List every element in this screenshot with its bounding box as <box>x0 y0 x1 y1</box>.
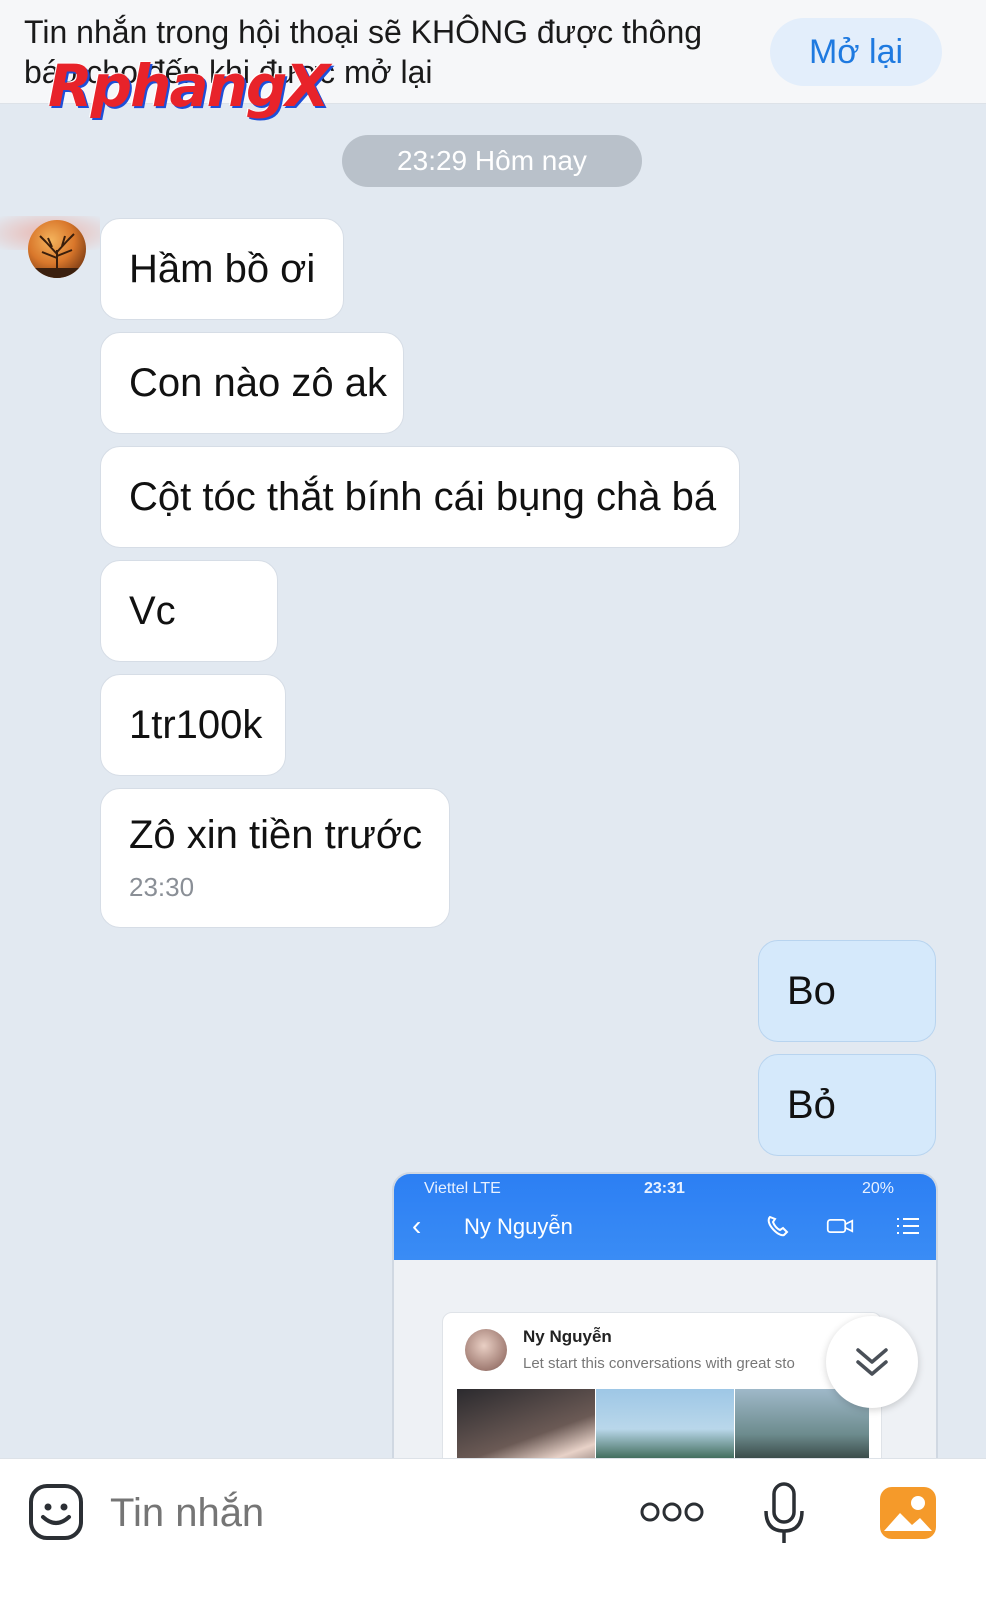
gallery-icon[interactable] <box>878 1485 938 1541</box>
image-card-subtitle: Let start this conversations with great … <box>523 1355 795 1372</box>
image-header: Viettel LTE 23:31 20% ‹ Ny Nguyễn <box>394 1174 936 1260</box>
scroll-to-bottom-button[interactable] <box>826 1316 918 1408</box>
message-bubble-sent[interactable]: Bỏ <box>758 1054 936 1156</box>
image-card-name: Ny Nguyễn <box>523 1327 612 1346</box>
video-call-icon <box>826 1219 854 1233</box>
message-bubble-sent[interactable]: Bo <box>758 940 936 1042</box>
avatar-tree-image <box>28 233 86 278</box>
composer-bar <box>0 1458 986 1600</box>
time-divider: 23:29 Hôm nay <box>342 135 642 187</box>
reopen-button[interactable]: Mở lại <box>770 18 942 86</box>
back-arrow-icon: ‹ <box>412 1210 422 1241</box>
image-carrier: Viettel LTE <box>424 1180 501 1197</box>
message-bubble-received[interactable]: Cột tóc thắt bính cái bụng chà bá <box>100 446 740 548</box>
chevron-double-down-icon <box>856 1348 888 1376</box>
message-bubble-received[interactable]: Zô xin tiền trước 23:30 <box>100 788 450 928</box>
message-text: Con nào zô ak <box>129 360 387 405</box>
image-profile-card: Ny Nguyễn Let start this conversations w… <box>442 1312 882 1470</box>
emoji-icon[interactable] <box>28 1483 84 1543</box>
contact-avatar[interactable] <box>28 220 86 278</box>
message-bubble-received[interactable]: Con nào zô ak <box>100 332 404 434</box>
message-text: Hầm bồ ơi <box>129 246 316 291</box>
image-card-avatar <box>465 1329 507 1371</box>
phone-icon <box>767 1215 789 1237</box>
message-text: Vc <box>129 588 176 633</box>
message-text: 1tr100k <box>129 702 263 747</box>
message-text: Bỏ <box>787 1082 836 1127</box>
message-bubble-received[interactable]: Vc <box>100 560 278 662</box>
microphone-icon[interactable] <box>762 1481 806 1547</box>
image-contact-name: Ny Nguyễn <box>464 1214 573 1239</box>
message-input[interactable] <box>110 1485 590 1541</box>
message-text: Cột tóc thắt bính cái bụng chà bá <box>129 474 717 519</box>
message-bubble-received[interactable]: 1tr100k <box>100 674 286 776</box>
watermark-logo: RphangX <box>48 52 330 120</box>
message-bubble-received[interactable]: Hầm bồ ơi <box>100 218 344 320</box>
more-icon[interactable] <box>640 1497 704 1527</box>
menu-list-icon <box>897 1218 919 1234</box>
image-clock: 23:31 <box>644 1180 685 1197</box>
message-text: Zô xin tiền trước <box>129 813 423 857</box>
message-text: Bo <box>787 968 836 1013</box>
message-timestamp: 23:30 <box>129 872 195 902</box>
image-battery: 20% <box>862 1180 895 1197</box>
